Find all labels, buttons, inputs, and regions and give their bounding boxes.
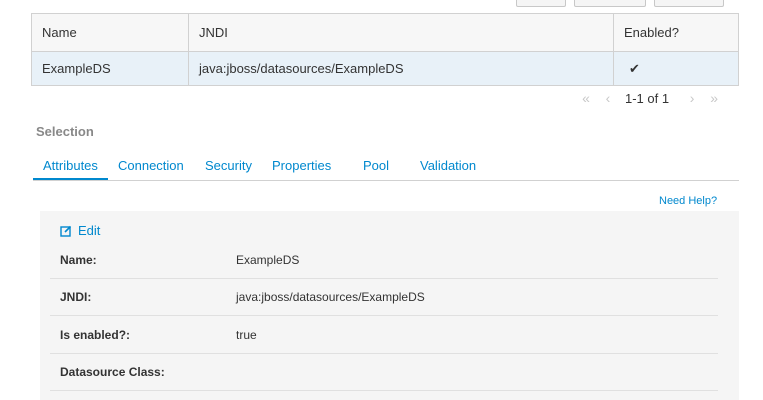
form-label: Name:: [60, 253, 97, 267]
form-value: java:jboss/datasources/ExampleDS: [236, 290, 425, 304]
enabled-check-icon: ✔: [613, 51, 739, 86]
form-label: Is enabled?:: [60, 328, 131, 342]
pager: « ‹ 1-1 of 1 › »: [575, 90, 725, 106]
last-page-icon[interactable]: »: [703, 90, 725, 106]
tab-validation[interactable]: Validation: [420, 158, 476, 173]
datasources-table: Name JNDI Enabled? ExampleDS java:jboss/…: [31, 13, 739, 86]
form-row-jndi: JNDI: java:jboss/datasources/ExampleDS: [50, 278, 718, 316]
tab-properties[interactable]: Properties: [272, 158, 331, 173]
edit-icon: [60, 225, 72, 237]
pager-text: 1-1 of 1: [625, 90, 670, 106]
first-page-icon[interactable]: «: [575, 90, 597, 106]
active-tab-indicator: [33, 178, 108, 180]
tab-attributes[interactable]: Attributes: [43, 158, 98, 173]
form-label: JNDI:: [60, 290, 92, 304]
detail-tabs: Attributes Connection Security Propertie…: [33, 150, 739, 181]
column-header-name[interactable]: Name: [31, 13, 189, 52]
form-label: Datasource Class:: [60, 365, 165, 379]
attributes-panel: Edit Name: ExampleDS JNDI: java:jboss/da…: [40, 211, 739, 400]
table-row[interactable]: ExampleDS java:jboss/datasources/Example…: [31, 51, 739, 86]
toolbar-button-3[interactable]: [654, 0, 724, 7]
form-row-name: Name: ExampleDS: [50, 241, 718, 279]
need-help-link[interactable]: Need Help?: [659, 195, 717, 207]
column-header-enabled[interactable]: Enabled?: [613, 13, 739, 52]
column-header-jndi[interactable]: JNDI: [188, 13, 614, 52]
tab-pool[interactable]: Pool: [363, 158, 389, 173]
cell-name[interactable]: ExampleDS: [31, 51, 189, 86]
table-header-row: Name JNDI Enabled?: [31, 13, 739, 52]
toolbar-button-1[interactable]: [516, 0, 566, 7]
toolbar-button-2[interactable]: [574, 0, 646, 7]
form-value: ExampleDS: [236, 253, 300, 267]
edit-button[interactable]: Edit: [60, 223, 100, 238]
prev-page-icon[interactable]: ‹: [597, 90, 619, 106]
form-value: true: [236, 328, 257, 342]
next-page-icon[interactable]: ›: [681, 90, 703, 106]
tab-connection[interactable]: Connection: [118, 158, 184, 173]
edit-label: Edit: [78, 223, 101, 238]
form-row-datasource-class: Datasource Class:: [50, 353, 718, 391]
form-row-enabled: Is enabled?: true: [50, 316, 718, 354]
cell-jndi[interactable]: java:jboss/datasources/ExampleDS: [188, 51, 614, 86]
tab-security[interactable]: Security: [205, 158, 252, 173]
selection-heading: Selection: [36, 124, 94, 139]
